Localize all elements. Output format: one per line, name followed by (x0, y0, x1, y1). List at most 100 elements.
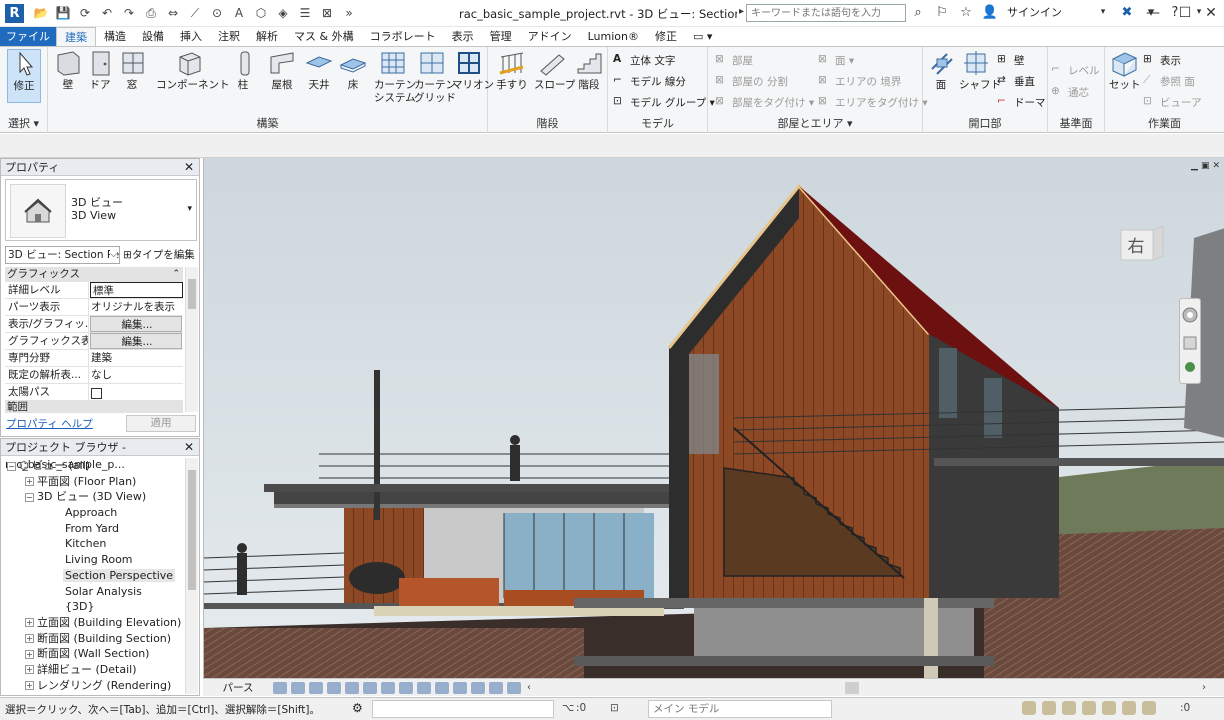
tab-architecture[interactable]: 建築 (56, 27, 96, 46)
tab-lumion[interactable]: Lumion® (580, 27, 647, 46)
chevron-down-icon[interactable]: ▾ (1094, 7, 1112, 17)
binoculars-icon[interactable]: ⌕ (909, 5, 927, 20)
tab-modify[interactable]: 修正 (647, 27, 685, 46)
navigation-bar[interactable] (1179, 298, 1201, 384)
collapse-icon[interactable]: − (25, 492, 34, 502)
more-controls-icon[interactable] (507, 681, 521, 694)
analysis-display-field[interactable]: なし (89, 367, 183, 383)
tab-collaborate[interactable]: コラボレート (362, 27, 444, 46)
tab-addins[interactable]: アドイン (520, 27, 580, 46)
shadows-icon[interactable] (309, 681, 323, 694)
show-workplane-button[interactable]: ⊞ 表示 (1143, 51, 1181, 69)
chevron-down-icon[interactable]: ▾ (187, 204, 192, 214)
model-line-button[interactable]: ⌐ モデル 線分 (613, 72, 686, 90)
restore-icon[interactable]: ▣ (1201, 161, 1210, 171)
instance-selector[interactable]: 3D ビュー: Section Per ⌵ (5, 246, 120, 264)
render-icon[interactable] (327, 681, 341, 694)
properties-help-link[interactable]: プロパティ ヘルプ (6, 416, 93, 431)
select-pinned-icon[interactable] (1062, 701, 1076, 715)
app-logo[interactable]: R (5, 4, 24, 23)
expand-icon[interactable]: + (25, 477, 34, 487)
expand-icon[interactable]: + (25, 618, 34, 628)
shaft-button[interactable]: シャフト (959, 49, 1001, 92)
orbit-icon[interactable] (1180, 357, 1200, 377)
minimize-icon[interactable]: — (1136, 0, 1170, 26)
scroll-thumb[interactable] (188, 470, 196, 590)
extents-category[interactable]: 範囲 (5, 401, 183, 413)
expand-icon[interactable]: + (25, 634, 34, 644)
reveal-hidden-icon[interactable] (417, 681, 431, 694)
room-separator-button[interactable]: ⊠ 部屋の 分割 (715, 72, 788, 90)
vg-overrides-edit-button[interactable]: 編集... (90, 316, 182, 332)
tree-node-building-elevation[interactable]: + 立面図 (Building Elevation) (3, 615, 183, 631)
tab-insert[interactable]: 挿入 (172, 27, 210, 46)
mullion-button[interactable]: マリオン (452, 49, 494, 92)
crop-view-icon[interactable] (345, 681, 359, 694)
expand-icon[interactable]: + (25, 681, 34, 691)
modify-button[interactable]: 修正 (7, 49, 41, 103)
measure-icon[interactable]: ⇔ (164, 4, 182, 22)
3d-view-icon[interactable]: ⬡ (252, 4, 270, 22)
design-option-selector[interactable]: メイン モデル (648, 700, 832, 718)
area-boundary-button[interactable]: ⊠ エリアの 境界 (818, 72, 901, 90)
tree-node-3d-view[interactable]: −3D ビュー (3D View) (3, 489, 183, 505)
close-hidden-icon[interactable]: ⊠ (318, 4, 336, 22)
open-icon[interactable]: 📂 (32, 4, 50, 22)
drag-elements-icon[interactable] (1102, 701, 1116, 715)
save-icon[interactable]: 💾 (54, 4, 72, 22)
select-underlay-icon[interactable] (1042, 701, 1056, 715)
steering-wheel-icon[interactable] (1180, 305, 1200, 325)
expand-icon[interactable]: + (25, 649, 34, 659)
tree-node-section-perspective[interactable]: Section Perspective (3, 568, 183, 584)
scroll-left-icon[interactable]: ‹ (527, 682, 531, 693)
tree-node-approach[interactable]: Approach (3, 505, 183, 521)
tree-node-solar-analysis[interactable]: Solar Analysis (3, 584, 183, 600)
graphic-display-edit-button[interactable]: 編集... (90, 333, 182, 349)
tree-node-kitchen[interactable]: Kitchen (3, 536, 183, 552)
floor-button[interactable]: 床 (338, 49, 368, 92)
close-icon[interactable]: ✕ (1212, 161, 1220, 171)
subscription-icon[interactable]: ⚐ (933, 5, 951, 20)
dormer-button[interactable]: ⌐ ドーマ (997, 93, 1046, 111)
redo-icon[interactable]: ↷ (120, 4, 138, 22)
3d-viewport[interactable]: ▁ ▣ ✕ 右 (203, 158, 1224, 678)
model-group-button[interactable]: ⊡ モデル グループ ▾ (613, 93, 715, 111)
level-button[interactable]: ⌐ レベル (1051, 61, 1100, 79)
tab-annotate[interactable]: 注釈 (210, 27, 248, 46)
tree-node-from-yard[interactable]: From Yard (3, 521, 183, 537)
dimension-icon[interactable]: ⟋ (186, 4, 204, 22)
search-expand-icon[interactable]: ▸ (739, 6, 744, 17)
graphics-category[interactable]: グラフィックス ⌃ (5, 267, 183, 282)
panel-room-area-label[interactable]: 部屋とエリア ▾ (708, 115, 922, 131)
component-button[interactable]: コンポーネント (156, 49, 230, 92)
user-icon[interactable]: 👤 (981, 5, 999, 20)
sync-icon[interactable]: ⟳ (76, 4, 94, 22)
select-by-face-icon[interactable] (1082, 701, 1096, 715)
thin-lines-icon[interactable]: ☰ (296, 4, 314, 22)
tree-node-wall-section[interactable]: + 断面図 (Wall Section) (3, 646, 183, 662)
worksets-icon[interactable]: ⚙ (352, 701, 363, 715)
room-button[interactable]: ⊠ 部屋 (715, 51, 753, 69)
close-icon[interactable]: ✕ (184, 159, 194, 176)
location-icon[interactable] (435, 681, 449, 694)
constraints-icon[interactable] (489, 681, 503, 694)
collapse-icon[interactable]: ⌃ (172, 267, 180, 282)
analytical-icon[interactable] (453, 681, 467, 694)
tag-icon[interactable]: ⊙ (208, 4, 226, 22)
temp-hide-icon[interactable] (399, 681, 413, 694)
ramp-button[interactable]: スロープ (534, 49, 575, 92)
exchange-icon[interactable]: ✖ (1118, 5, 1136, 20)
signin-button[interactable]: サインイン (1007, 4, 1062, 20)
wall-opening-button[interactable]: ⊞ 壁 (997, 51, 1025, 69)
unlock-view-icon[interactable] (381, 681, 395, 694)
zoom-icon[interactable] (1180, 333, 1200, 353)
expand-icon[interactable]: + (25, 665, 34, 675)
tab-systems[interactable]: 設備 (134, 27, 172, 46)
sun-path-checkbox[interactable] (91, 387, 102, 399)
ceiling-button[interactable]: 天井 (304, 49, 334, 92)
edit-type-button[interactable]: ⊞タイプを編集 (123, 246, 195, 264)
tree-node-views-all[interactable]: − ⌬ ビュー (all) (3, 458, 183, 474)
viewer-button[interactable]: ⊡ ビューア (1143, 93, 1202, 111)
show-crop-icon[interactable] (363, 681, 377, 694)
tag-area-button[interactable]: ⊠ エリアをタグ付け ▾ (818, 93, 928, 111)
